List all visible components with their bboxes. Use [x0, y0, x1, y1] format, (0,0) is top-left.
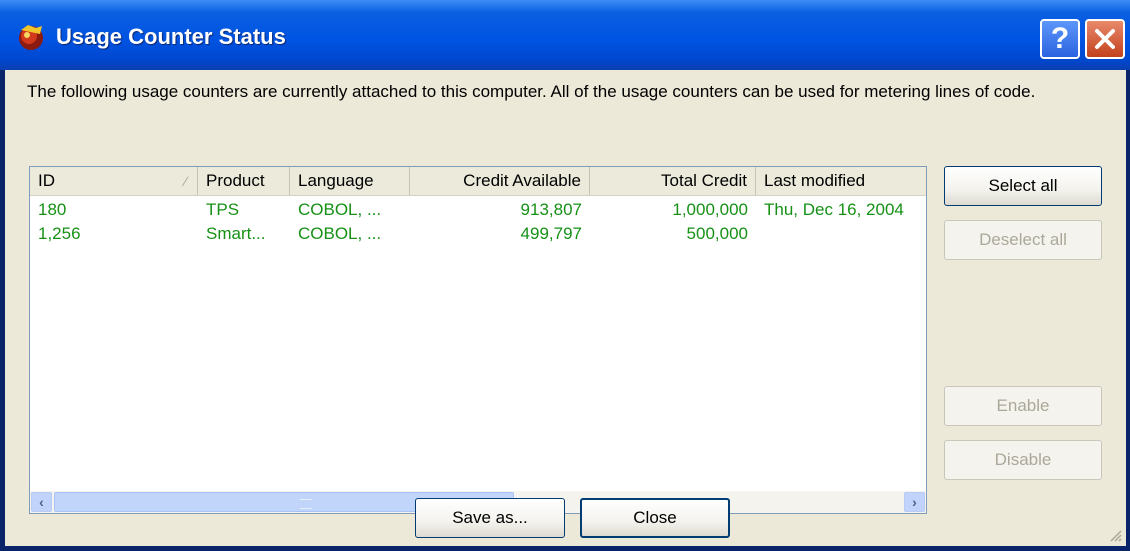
cell-language: COBOL, ...	[298, 200, 382, 219]
cell-last-modified: Thu, Dec 16, 2004	[764, 200, 904, 219]
deselect-all-button[interactable]: Deselect all	[944, 220, 1102, 260]
resize-grip-icon[interactable]	[1108, 528, 1122, 542]
cell-id: 1,256	[38, 224, 81, 243]
cell-total-credit: 1,000,000	[672, 200, 748, 219]
chevron-right-icon: ›	[912, 494, 917, 510]
table-row[interactable]: 1,256 Smart... COBOL, ... 499,797 500,00…	[30, 222, 926, 246]
help-button[interactable]: ?	[1040, 19, 1080, 59]
cell-id: 180	[38, 200, 67, 219]
cell-language: COBOL, ...	[298, 224, 382, 243]
sort-indicator-icon: ⁄	[184, 173, 187, 189]
close-icon	[1095, 29, 1115, 49]
column-header-last-modified[interactable]: Last modified	[756, 167, 926, 195]
save-as-button[interactable]: Save as...	[415, 498, 565, 538]
cell-product: Smart...	[206, 224, 266, 243]
window-title: Usage Counter Status	[56, 24, 286, 49]
list-header: ID ⁄ Product Language Credit Available T…	[30, 167, 926, 196]
select-all-button[interactable]: Select all	[944, 166, 1102, 206]
help-icon: ?	[1050, 22, 1070, 55]
cell-total-credit: 500,000	[686, 224, 748, 243]
description-text: The following usage counters are current…	[27, 82, 1036, 101]
column-header-total-credit[interactable]: Total Credit	[590, 167, 756, 195]
column-header-product[interactable]: Product	[198, 167, 290, 195]
usage-counter-dialog: Usage Counter Status ? The following usa…	[0, 0, 1130, 551]
enable-button[interactable]: Enable	[944, 386, 1102, 426]
cell-credit-available: 913,807	[520, 200, 582, 219]
close-button[interactable]: Close	[580, 498, 730, 538]
usage-counter-list[interactable]: ID ⁄ Product Language Credit Available T…	[29, 166, 927, 514]
chevron-left-icon: ‹	[39, 494, 44, 510]
dialog-body: The following usage counters are current…	[5, 70, 1126, 546]
scroll-left-button[interactable]: ‹	[31, 492, 52, 512]
thumb-grip	[300, 499, 312, 509]
close-window-button[interactable]	[1085, 19, 1125, 59]
cell-credit-available: 499,797	[520, 224, 582, 243]
app-icon	[19, 25, 43, 50]
cell-product: TPS	[206, 200, 240, 219]
table-row[interactable]: 180 TPS COBOL, ... 913,807 1,000,000 Thu…	[30, 198, 926, 222]
column-header-id[interactable]: ID ⁄	[30, 167, 198, 195]
cell-last-modified	[756, 222, 926, 246]
column-header-credit-available[interactable]: Credit Available	[410, 167, 590, 195]
scroll-right-button[interactable]: ›	[904, 492, 925, 512]
disable-button[interactable]: Disable	[944, 440, 1102, 480]
title-bar[interactable]: Usage Counter Status ?	[0, 0, 1130, 70]
column-header-language[interactable]: Language	[290, 167, 410, 195]
